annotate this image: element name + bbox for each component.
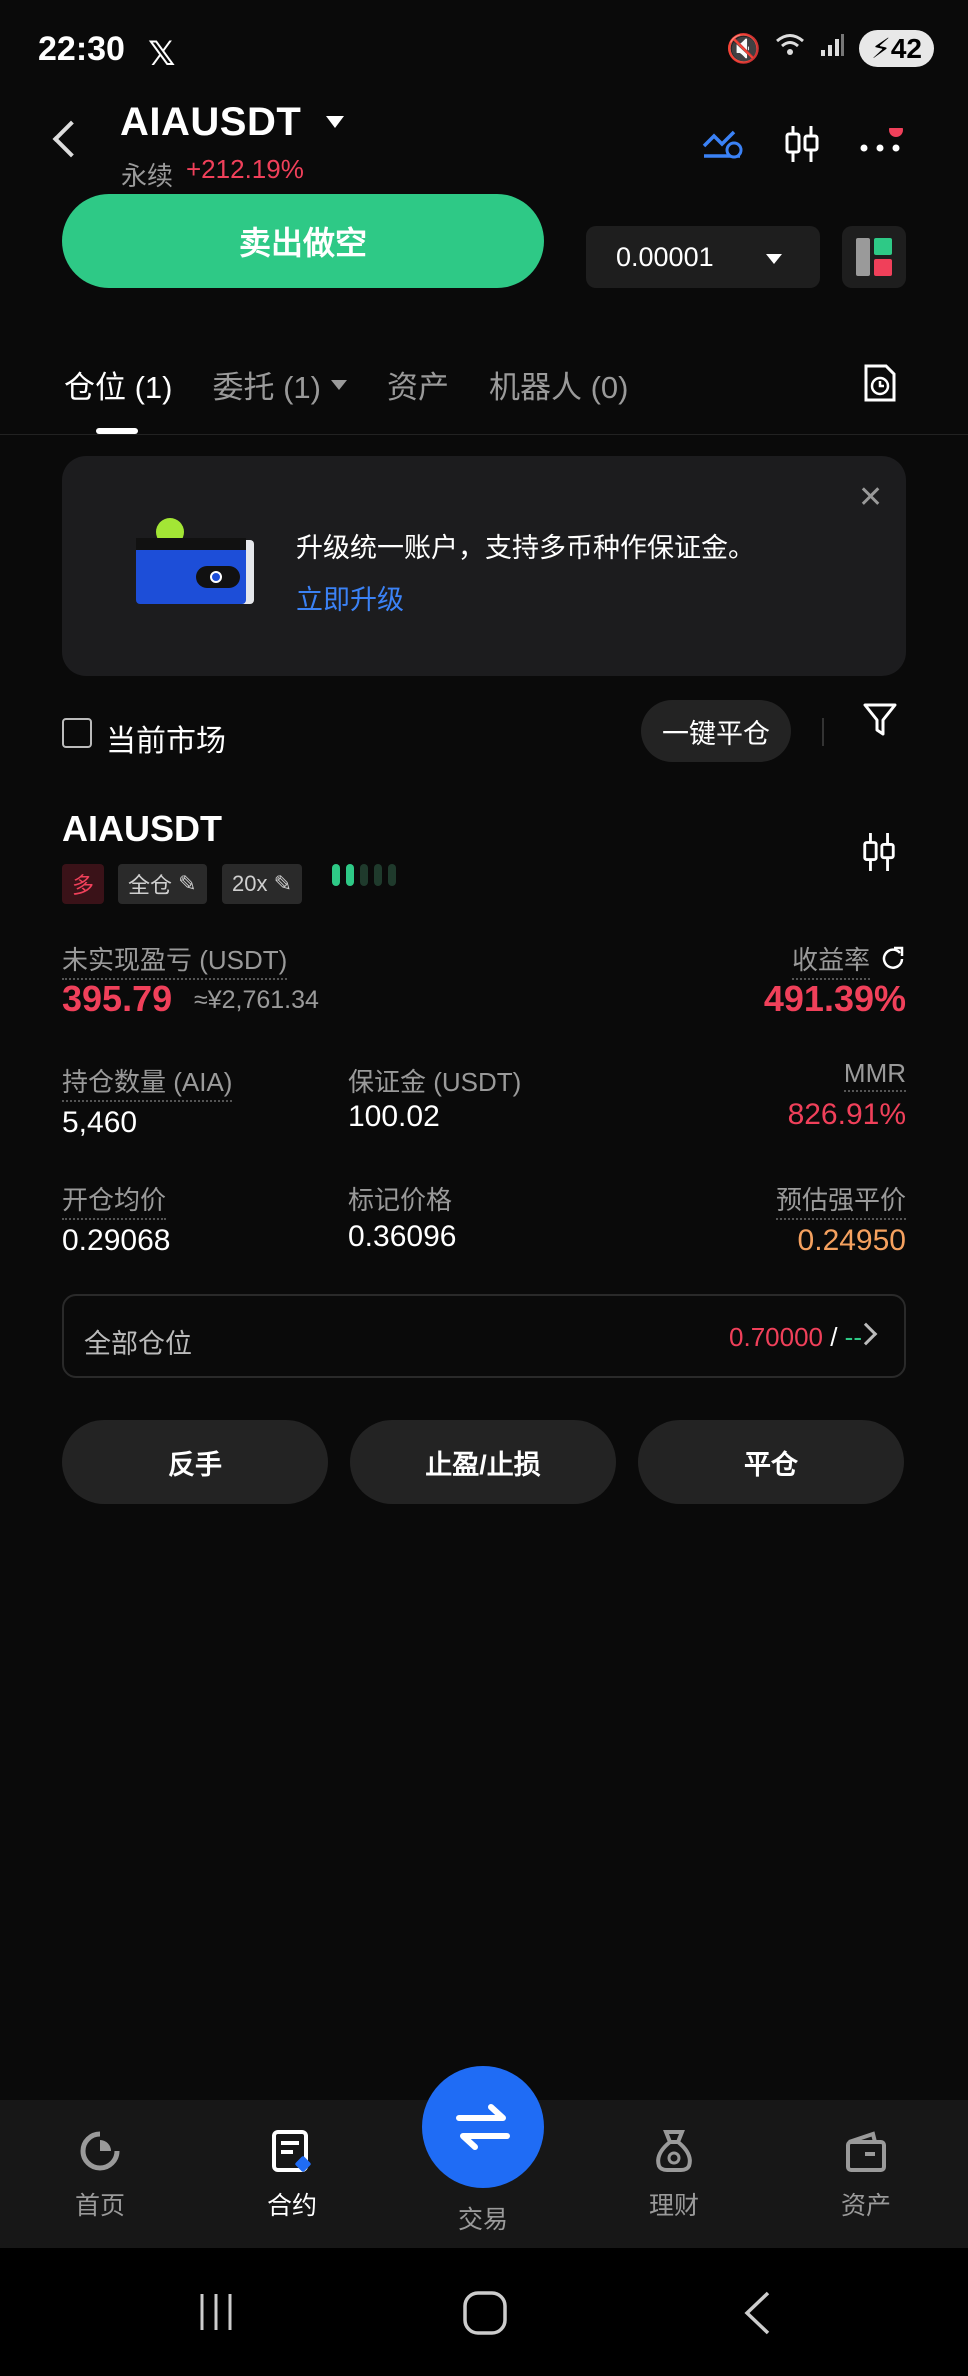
recent-apps-icon[interactable] — [196, 2292, 236, 2337]
roi-label: 收益率 — [791, 940, 870, 980]
position-tabs: 仓位 (1) 委托 (1) 资产 机器人 (0) — [64, 362, 629, 407]
margin-mode-badge[interactable]: 全仓 ✎ — [118, 864, 207, 904]
strategy-chart-icon[interactable] — [700, 124, 744, 169]
layout-icon — [856, 238, 892, 276]
margin-label: 保证金 (USDT) — [348, 1067, 522, 1097]
status-icons: 🔇 ⚡42 — [726, 30, 934, 67]
close-icon[interactable]: ✕ — [858, 480, 883, 515]
entry-price-value: 0.29068 — [62, 1224, 171, 1257]
tab-divider — [0, 434, 968, 435]
current-market-checkbox[interactable] — [62, 718, 92, 748]
share-icon[interactable] — [880, 945, 906, 976]
close-all-button[interactable]: 一键平仓 — [641, 700, 791, 762]
chevron-down-icon — [331, 379, 347, 390]
position-symbol[interactable]: AIAUSDT — [62, 808, 222, 850]
entry-price-label[interactable]: 开仓均价 — [62, 1180, 167, 1220]
mute-icon: 🔇 — [726, 33, 762, 64]
margin-value: 100.02 — [348, 1100, 440, 1133]
leverage-badge[interactable]: 20x ✎ — [222, 864, 303, 904]
wifi-icon — [775, 32, 805, 65]
margin-mode-label: 全仓 — [128, 873, 173, 898]
upgrade-now-link[interactable]: 立即升级 — [296, 578, 404, 617]
trade-button[interactable] — [422, 2066, 544, 2188]
signal-icon — [819, 32, 845, 65]
system-back-icon[interactable] — [742, 2290, 772, 2341]
candlestick-icon[interactable] — [860, 830, 898, 879]
swap-icon — [456, 2104, 510, 2150]
position-size-value: 5,460 — [62, 1106, 138, 1139]
tab-positions[interactable]: 仓位 (1) — [64, 362, 173, 407]
unrealized-pnl-cny: ≈¥2,761.34 — [194, 986, 319, 1014]
home-button-icon[interactable] — [462, 2290, 508, 2341]
tp-sl-button[interactable]: 止盈/止损 — [350, 1420, 616, 1504]
leverage-label: 20x — [232, 871, 268, 896]
current-market-label: 当前市场 — [106, 725, 226, 758]
all-positions-tp: 0.70000 — [729, 1322, 823, 1352]
battery-level: 42 — [890, 33, 922, 64]
reverse-button[interactable]: 反手 — [62, 1420, 328, 1504]
mmr-value: 826.91% — [787, 1098, 906, 1131]
close-position-button[interactable]: 平仓 — [638, 1420, 904, 1504]
sell-short-button[interactable]: 卖出做空 — [62, 194, 544, 288]
home-icon — [80, 2131, 120, 2171]
more-icon[interactable] — [858, 123, 906, 163]
x-notification-icon: 𝕏 — [148, 35, 176, 73]
adl-indicator — [332, 864, 396, 886]
earn-icon — [656, 2130, 692, 2172]
mark-price-label: 标记价格 — [348, 1185, 453, 1215]
nav-futures-label: 合约 — [266, 2192, 317, 2220]
nav-assets[interactable]: 资产 — [806, 2128, 926, 2222]
all-positions-sep: / — [823, 1322, 845, 1352]
chevron-down-icon — [766, 254, 782, 264]
pair-dropdown-icon[interactable] — [326, 116, 344, 128]
back-icon[interactable] — [52, 120, 90, 158]
tab-orders-label: 委托 (1) — [212, 370, 322, 405]
price-change: +212.19% — [186, 154, 304, 184]
quantity-step-select[interactable]: 0.00001 — [586, 226, 820, 288]
nav-home-label: 首页 — [74, 2192, 125, 2220]
side-badge: 多 — [62, 864, 105, 904]
unrealized-pnl-label[interactable]: 未实现盈亏 (USDT) — [62, 940, 288, 980]
liquidation-price-label[interactable]: 预估强平价 — [775, 1180, 906, 1220]
unrealized-pnl-value: 395.79 — [62, 978, 173, 1019]
wallet-illustration-icon — [136, 516, 256, 617]
tab-bots[interactable]: 机器人 (0) — [489, 362, 629, 407]
nav-earn-label: 理财 — [648, 2192, 699, 2220]
wallet-icon — [846, 2131, 886, 2172]
tab-positions-label: 仓位 (1) — [64, 370, 173, 405]
mark-price-value: 0.36096 — [348, 1220, 457, 1253]
divider — [822, 718, 824, 746]
tab-orders[interactable]: 委托 (1) — [212, 362, 347, 407]
roi-value: 491.39% — [763, 978, 906, 1019]
roi-label-group[interactable]: 收益率 — [791, 940, 906, 980]
battery-indicator: ⚡42 — [859, 30, 934, 67]
edit-icon: ✎ — [178, 871, 197, 896]
edit-icon: ✎ — [273, 871, 293, 896]
tab-assets-label: 资产 — [387, 370, 449, 405]
filter-icon[interactable] — [862, 702, 898, 743]
nav-home[interactable]: 首页 — [40, 2128, 160, 2222]
candlestick-icon[interactable] — [782, 124, 822, 169]
status-time: 22:30 — [38, 30, 125, 68]
banner-text: 升级统一账户，支持多币种作保证金。 — [296, 533, 755, 563]
futures-icon — [272, 2130, 311, 2172]
nav-futures[interactable]: 合约 — [232, 2128, 352, 2222]
nav-earn[interactable]: 理财 — [614, 2128, 734, 2222]
nav-assets-label: 资产 — [840, 2192, 891, 2220]
tab-bots-label: 机器人 (0) — [489, 370, 629, 405]
layout-toggle-button[interactable] — [842, 226, 906, 288]
mmr-label[interactable]: MMR — [843, 1058, 906, 1092]
contract-type: 永续 — [121, 161, 174, 191]
position-size-label[interactable]: 持仓数量 (AIA) — [62, 1062, 233, 1102]
tab-assets[interactable]: 资产 — [387, 362, 449, 407]
liquidation-price-value: 0.24950 — [797, 1224, 906, 1257]
all-positions-label: 全部仓位 — [84, 1329, 192, 1359]
nav-trade-label: 交易 — [457, 2206, 508, 2234]
all-positions-value: 0.70000 / -- — [729, 1322, 862, 1353]
pair-title[interactable]: AIAUSDT — [120, 100, 301, 145]
history-icon[interactable] — [862, 362, 898, 409]
quantity-step-value: 0.00001 — [616, 241, 714, 272]
